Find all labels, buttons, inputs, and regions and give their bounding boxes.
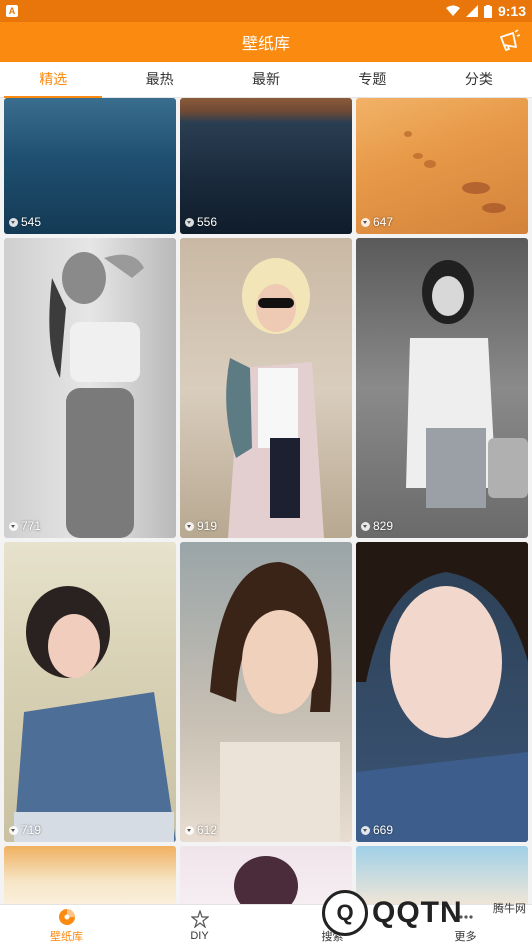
star-icon xyxy=(190,909,209,928)
category-tabs: 精选 最热 最新 专题 分类 xyxy=(0,62,532,98)
download-icon xyxy=(361,825,370,835)
download-icon xyxy=(361,521,370,531)
wallpaper-tile[interactable]: 829 xyxy=(356,238,528,538)
download-icon xyxy=(9,521,18,531)
wallpaper-tile[interactable]: 545 xyxy=(4,98,176,234)
download-count: 669 xyxy=(361,823,393,837)
tab-topics[interactable]: 专题 xyxy=(319,62,425,97)
download-icon xyxy=(185,825,194,835)
page-title: 壁纸库 xyxy=(241,36,290,53)
battery-icon xyxy=(483,4,492,18)
portrait-image xyxy=(356,542,528,842)
watermark-site-name: 腾牛网 xyxy=(493,903,526,915)
nav-diy[interactable]: DIY xyxy=(133,905,266,946)
footprints-image xyxy=(404,131,506,213)
tab-latest[interactable]: 最新 xyxy=(213,62,319,97)
download-icon xyxy=(361,217,370,227)
notification-icon: A xyxy=(6,5,18,17)
clock: 9:13 xyxy=(497,3,526,19)
watermark-text: QQTN xyxy=(372,896,463,929)
wallpaper-tile[interactable]: 647 xyxy=(356,98,528,234)
wifi-icon xyxy=(445,5,460,16)
palette-icon xyxy=(58,908,75,925)
portrait-image xyxy=(406,260,528,508)
download-count: 829 xyxy=(361,519,393,533)
nav-wallpaper-library[interactable]: 壁纸库 xyxy=(0,905,133,946)
download-count: 545 xyxy=(9,215,41,229)
wallpaper-tile[interactable]: 771 xyxy=(4,238,176,538)
signal-icon xyxy=(465,5,478,17)
status-right: 9:13 xyxy=(445,3,526,19)
watermark-logo-icon: Q xyxy=(322,890,368,936)
portrait-image xyxy=(49,252,144,538)
download-icon xyxy=(9,825,18,835)
wallpaper-tile[interactable]: 669 xyxy=(356,542,528,842)
portrait-image xyxy=(14,586,176,842)
download-icon xyxy=(9,217,18,227)
download-count: 556 xyxy=(185,215,217,229)
app-bar: 壁纸库 xyxy=(0,22,532,62)
wallpaper-tile[interactable]: 556 xyxy=(180,98,352,234)
tab-featured[interactable]: 精选 xyxy=(0,62,106,98)
portrait-image xyxy=(210,562,340,842)
wallpaper-grid: 545 556 647 771 919 829 719 612 669 xyxy=(0,98,532,904)
download-count: 919 xyxy=(185,519,217,533)
wallpaper-tile[interactable] xyxy=(4,846,176,904)
tab-categories[interactable]: 分类 xyxy=(426,62,532,97)
download-count: 771 xyxy=(9,519,41,533)
status-bar: A 9:13 xyxy=(0,0,532,22)
download-icon xyxy=(185,521,194,531)
wallpaper-tile[interactable]: 612 xyxy=(180,542,352,842)
download-count: 647 xyxy=(361,215,393,229)
download-count: 612 xyxy=(185,823,217,837)
wallpaper-tile[interactable]: 919 xyxy=(180,238,352,538)
download-count: 719 xyxy=(9,823,41,837)
tab-hot[interactable]: 最热 xyxy=(106,62,212,97)
watermark: Q QQTN 腾牛网 xyxy=(322,886,532,940)
announcement-icon[interactable] xyxy=(496,29,522,55)
download-icon xyxy=(185,217,194,227)
portrait-image xyxy=(226,258,324,538)
wallpaper-tile[interactable]: 719 xyxy=(4,542,176,842)
